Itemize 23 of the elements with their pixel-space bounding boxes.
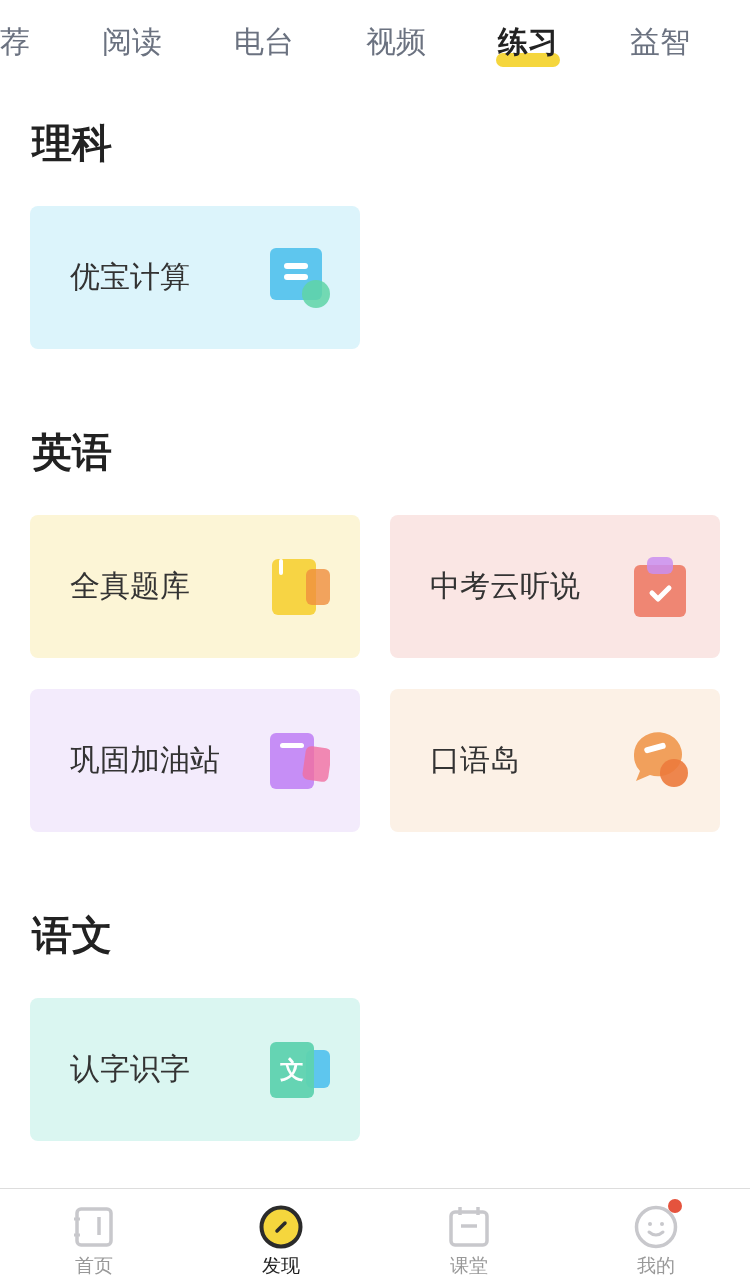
notebook-icon (71, 1205, 116, 1249)
practice-card[interactable]: 口语岛 (390, 689, 720, 832)
practice-card[interactable]: 中考云听说 (390, 515, 720, 658)
section-heading: 理科 (30, 119, 113, 168)
section-heading: 语文 (30, 911, 113, 960)
section-heading: 英语 (31, 428, 113, 477)
tab[interactable]: 阅读 (102, 22, 162, 63)
tab[interactable]: 电台 (234, 22, 294, 63)
smiley-icon (634, 1205, 679, 1249)
tab[interactable]: 视频 (366, 22, 426, 63)
notification-dot (668, 1199, 683, 1213)
book-icon (270, 556, 330, 617)
practice-card[interactable]: 认字识字 文 (30, 998, 360, 1141)
practice-card[interactable]: 巩固加油站 (30, 689, 360, 832)
practice-card[interactable]: 全真题库 (30, 515, 360, 658)
tab[interactable]: 益智 (630, 22, 690, 63)
practice-card[interactable]: 优宝计算 (30, 206, 360, 349)
notebook-icon (270, 730, 330, 791)
tab[interactable]: 荐 (0, 22, 30, 63)
nav-item[interactable]: 发现 (187, 1189, 375, 1287)
compass-icon (259, 1205, 304, 1249)
calendar-icon (446, 1205, 491, 1249)
calculator-icon (270, 247, 330, 308)
